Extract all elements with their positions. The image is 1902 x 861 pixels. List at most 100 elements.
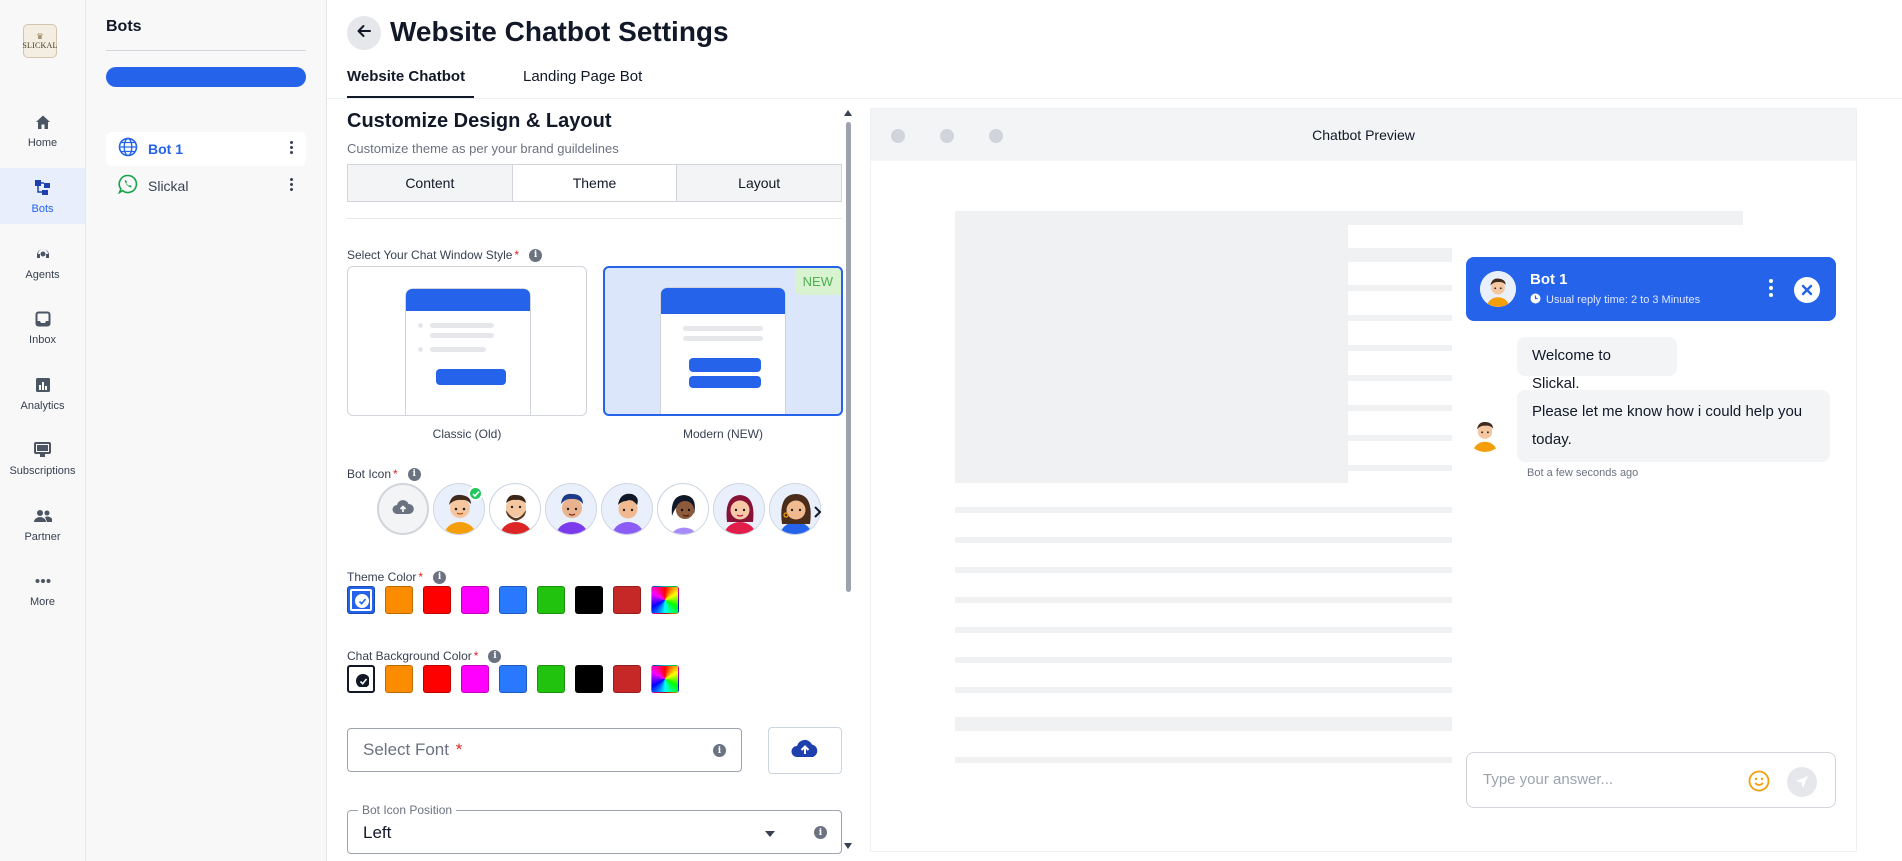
theme-color-swatch[interactable] [537,586,565,614]
classic-style-thumbnail [406,289,530,415]
modern-style-thumbnail [661,288,785,414]
nav-bots[interactable]: Bots [0,168,85,224]
bot-options-kebab-icon[interactable] [290,178,294,191]
avatar-option-3[interactable] [545,483,597,535]
chat-bg-color-swatch[interactable] [613,665,641,693]
skeleton-line [1348,345,1452,351]
tabs-divider [327,98,1902,99]
chat-bg-color-swatch[interactable] [347,665,375,693]
chat-bg-color-swatch[interactable] [499,665,527,693]
nav-home[interactable]: Home [0,102,85,158]
chat-bg-color-swatch[interactable] [385,665,413,693]
home-icon [33,112,53,132]
tab-website-chatbot[interactable]: Website Chatbot [347,68,465,85]
brand-logo[interactable]: ♛ SLICKAL [22,24,57,58]
divider [347,218,842,219]
message-timestamp: Bot a few seconds ago [1527,467,1639,479]
skeleton-line [955,597,1452,603]
upload-bot-icon-button[interactable] [377,483,429,535]
preview-title-bar: Chatbot Preview [871,109,1856,161]
nav-more[interactable]: More [0,561,85,617]
theme-color-swatch[interactable] [499,586,527,614]
theme-color-swatch[interactable] [423,586,451,614]
info-icon[interactable]: i [814,826,827,839]
page-title: Website Chatbot Settings [390,16,729,47]
info-icon[interactable]: i [407,467,421,481]
chat-bot-name: Bot 1 [1530,271,1568,288]
divider [106,50,306,51]
nav-inbox[interactable]: Inbox [0,299,85,355]
chat-options-kebab-icon[interactable] [1769,279,1773,297]
skeleton-line [955,537,1452,543]
theme-color-swatch[interactable] [461,586,489,614]
globe-icon [118,137,138,162]
nav-agents[interactable]: Agents [0,234,85,290]
upload-font-button[interactable] [768,727,842,774]
select-font-input[interactable]: Select Font * i [347,728,742,772]
whatsapp-icon [117,174,138,199]
avatar-option-4[interactable] [601,483,653,535]
theme-color-swatch[interactable] [575,586,603,614]
skeleton-line [1348,435,1452,441]
nav-subscriptions[interactable]: Subscriptions [0,430,85,486]
send-icon[interactable] [1787,767,1817,797]
theme-color-swatches [347,586,679,614]
info-icon[interactable]: i [529,248,543,262]
close-icon[interactable] [1794,277,1820,303]
chat-answer-input[interactable]: Type your answer... [1466,752,1836,808]
segment-theme[interactable]: Theme [512,165,678,201]
skeleton-line [955,211,1743,225]
skeleton-line [955,757,1452,763]
classic-caption: Classic (Old) [432,427,502,441]
style-option-modern[interactable]: NEW [603,266,843,416]
info-icon[interactable]: i [713,744,726,757]
bot-icon-position-select[interactable]: Bot Icon Position Left i [347,803,842,854]
style-option-classic[interactable] [347,266,587,416]
chat-bg-color-swatch[interactable] [461,665,489,693]
bot-list-item-bot-1[interactable]: Bot 1 [106,132,306,166]
nav-analytics[interactable]: Analytics [0,365,85,421]
chat-bg-color-swatch[interactable] [537,665,565,693]
subscriptions-icon [33,440,53,460]
create-bot-button[interactable] [106,67,306,87]
theme-color-swatch[interactable] [347,586,375,614]
avatar-option-5[interactable] [657,483,709,535]
theme-color-swatch[interactable] [385,586,413,614]
emoji-icon[interactable] [1748,770,1770,792]
section-title: Customize Design & Layout [347,110,612,132]
message-bot-avatar [1466,414,1504,452]
check-icon [356,674,370,688]
skeleton-line [955,687,1452,693]
info-icon[interactable]: i [433,570,447,584]
bot-avatar [1480,271,1516,307]
tab-landing-page-bot[interactable]: Landing Page Bot [523,68,642,85]
chevron-right-icon[interactable] [810,505,824,519]
scroll-up-arrow-icon[interactable] [844,110,852,116]
back-button[interactable] [347,16,381,50]
chat-bg-color-swatches [347,665,679,693]
avatar-option-6[interactable] [713,483,765,535]
active-tab-indicator [347,96,474,98]
skeleton-line [955,507,1452,513]
theme-color-swatch[interactable] [613,586,641,614]
chat-bg-color-swatch[interactable] [423,665,451,693]
segment-content[interactable]: Content [348,165,513,201]
bot-list-item-slickal[interactable]: Slickal [106,169,306,203]
skeleton-line [955,567,1452,573]
segment-layout[interactable]: Layout [677,165,841,201]
avatar-option-2[interactable] [489,483,541,535]
chat-bg-color-custom-color-swatch[interactable] [651,665,679,693]
nav-partner[interactable]: Partner [0,496,85,552]
chat-bg-color-swatch[interactable] [575,665,603,693]
bot-options-kebab-icon[interactable] [290,141,294,154]
skeleton-line [1348,315,1452,321]
bots-icon [33,178,53,198]
skeleton-line [955,657,1452,663]
bot-icon-position-value: Left [363,823,392,842]
skeleton-line [955,627,1452,633]
info-icon[interactable]: i [488,649,502,663]
theme-color-custom-color-swatch[interactable] [651,586,679,614]
clock-icon [1530,293,1541,307]
scroll-down-arrow-icon[interactable] [844,843,852,849]
settings-scrollbar[interactable] [846,122,851,592]
